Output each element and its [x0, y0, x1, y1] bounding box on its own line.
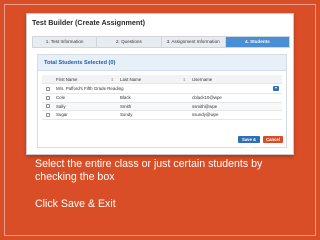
cell-first-name: Sally: [56, 103, 66, 109]
collapse-icon[interactable]: ▼: [273, 86, 279, 91]
cell-last-name: Smith: [120, 103, 132, 109]
students-table: First Name ⇕ Last Name ⇕ Username Mrs. P…: [42, 75, 282, 120]
class-row[interactable]: Mrs. Pafford's Fifth Grade Reading ▼: [42, 84, 282, 94]
cell-username: cblack10@wpe: [192, 95, 222, 101]
cell-username: ssundy@wpe: [192, 112, 219, 118]
student-checkbox[interactable]: [46, 104, 50, 109]
column-last-name-label: Last Name: [120, 76, 142, 82]
students-panel: Total Students Selected (0) First Name ⇕…: [37, 54, 287, 149]
student-checkbox[interactable]: [46, 95, 50, 100]
caption-line-2: checking the box: [35, 171, 115, 183]
sort-icon[interactable]: ⇕: [183, 77, 186, 82]
cell-username: ssmith@wpe: [192, 103, 218, 109]
class-name: Mrs. Pafford's Fifth Grade Reading: [56, 86, 124, 91]
table-header-row: First Name ⇕ Last Name ⇕ Username: [42, 75, 282, 84]
sort-icon[interactable]: ⇕: [111, 77, 114, 82]
class-checkbox[interactable]: [46, 86, 50, 91]
cell-first-name: Sugar: [56, 112, 68, 118]
screenshot-panel: Test Builder (Create Assignment) 1. Test…: [27, 14, 293, 154]
caption-line-1: Select the entire class or just certain …: [35, 158, 263, 170]
page-title: Test Builder (Create Assignment): [32, 18, 146, 27]
tab-questions[interactable]: 2. Questions: [97, 37, 162, 47]
column-username-label: Username: [192, 76, 213, 82]
column-username[interactable]: Username: [190, 77, 278, 82]
table-row[interactable]: Sally Smith ssmith@wpe: [42, 102, 282, 111]
column-last-name[interactable]: Last Name ⇕: [118, 77, 190, 82]
tab-students[interactable]: 4. Students: [225, 37, 289, 47]
caption-line-3: Click Save & Exit: [35, 198, 116, 210]
table-row[interactable]: Cole Black cblack10@wpe: [42, 94, 282, 103]
student-checkbox[interactable]: [46, 112, 50, 117]
cell-first-name: Cole: [56, 95, 66, 101]
save-and-exit-button[interactable]: Save & Exit: [238, 136, 260, 149]
table-row[interactable]: Sugar Sundy ssundy@wpe: [42, 111, 282, 120]
column-first-name[interactable]: First Name ⇕: [54, 77, 118, 82]
students-selected-header: Total Students Selected (0): [38, 55, 286, 71]
cell-last-name: Sundy: [120, 112, 133, 118]
tab-assignment-information[interactable]: 3. Assignment Information: [162, 37, 226, 47]
cancel-button[interactable]: Cancel: [263, 136, 283, 143]
column-first-name-label: First Name: [56, 76, 78, 82]
cell-last-name: Black: [120, 95, 131, 101]
wizard-tabs: 1. Test Information 2. Questions 3. Assi…: [32, 36, 290, 48]
tab-test-information[interactable]: 1. Test Information: [33, 37, 98, 47]
